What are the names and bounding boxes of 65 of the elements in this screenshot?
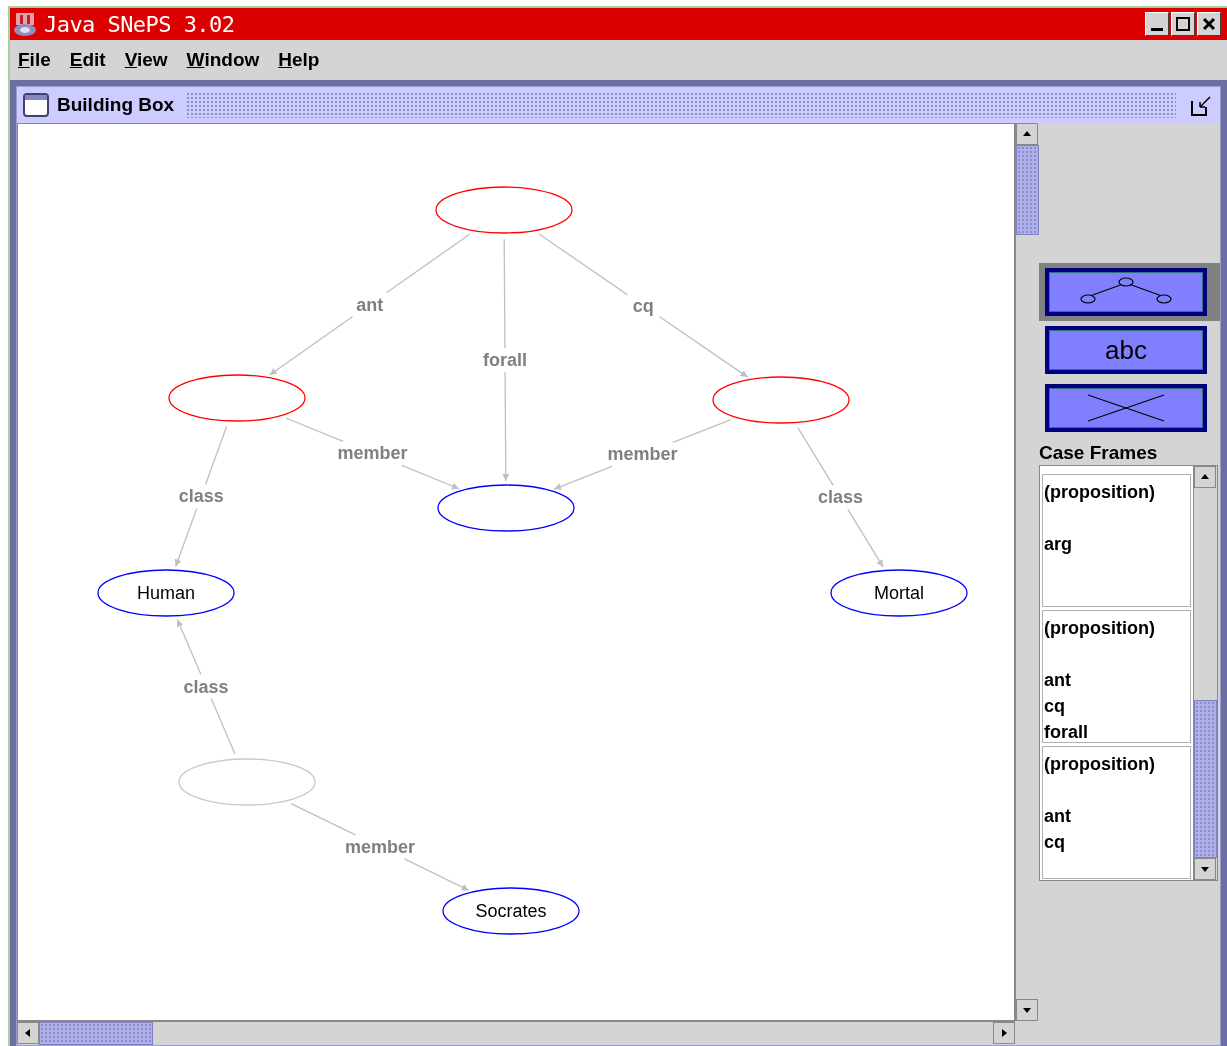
case-frame-slot: forall (1044, 718, 1189, 745)
scroll-left-button[interactable] (17, 1022, 39, 1044)
graph-canvas[interactable]: ant forall cq member member class class class member Human Mortal Socrates (17, 123, 1015, 1021)
list-scrollbar[interactable] (1193, 465, 1217, 880)
edge-label: forall (483, 350, 527, 370)
scroll-up-button[interactable] (1194, 465, 1216, 488)
case-frame-slot: ant (1044, 802, 1189, 829)
case-frame-item[interactable]: (proposition) ant cq forall (1042, 609, 1191, 743)
menu-item[interactable]: Window (186, 45, 260, 75)
graph-node[interactable] (830, 569, 968, 617)
menu-item[interactable]: File (18, 45, 51, 75)
scroll-thumb[interactable] (1016, 145, 1039, 235)
edge-label: cq (632, 295, 654, 316)
menu-item[interactable]: View (124, 45, 168, 75)
close-icon (1201, 16, 1217, 32)
edge-label: class (183, 676, 229, 697)
minimize-button[interactable] (1145, 12, 1169, 36)
edge-label: member (607, 444, 678, 465)
scroll-up-button[interactable] (1016, 123, 1038, 145)
graph-node[interactable] (442, 887, 580, 935)
cross-icon (1086, 391, 1166, 425)
case-frame-slot: cq (1044, 692, 1189, 719)
case-frame-slot: cq (1044, 828, 1189, 855)
scroll-down-button[interactable] (1016, 999, 1038, 1021)
tool-button[interactable] (1045, 384, 1207, 432)
node-label: Socrates (475, 901, 547, 921)
window-title: Java SNePS 3.02 (44, 10, 235, 39)
node-label: Human (137, 583, 195, 603)
menu-item[interactable]: Edit (69, 45, 106, 75)
window-icon (23, 93, 49, 117)
case-frame-type: (proposition) (1044, 616, 1156, 640)
case-frame-type: (proposition) (1044, 480, 1156, 504)
node-label: Mortal (874, 583, 924, 603)
scroll-thumb[interactable] (39, 1022, 153, 1045)
case-frame-type: (proposition) (1044, 752, 1156, 776)
case-frame-slot: arg (1044, 530, 1189, 557)
graph-node[interactable] (168, 374, 306, 422)
scroll-thumb[interactable] (1194, 699, 1217, 858)
tool-button[interactable] (1045, 268, 1207, 316)
menu-item[interactable]: Help (278, 45, 320, 75)
graph-node[interactable] (712, 376, 850, 424)
frame-title: Building Box (57, 92, 175, 117)
graph-node[interactable] (435, 186, 573, 234)
case-frame-slot: ant (1044, 666, 1189, 693)
graph-node[interactable] (97, 569, 235, 617)
edge-label: member (337, 443, 408, 464)
tool-button[interactable]: abc (1045, 326, 1207, 374)
close-button[interactable] (1197, 12, 1221, 36)
edge-label: ant (356, 294, 384, 315)
case-frame-item[interactable]: (proposition) arg (1042, 473, 1191, 607)
vertical-scrollbar[interactable] (1015, 123, 1039, 1021)
section-title: Case Frames (1039, 441, 1159, 465)
scroll-right-button[interactable] (993, 1022, 1015, 1044)
tree-icon (1078, 277, 1174, 307)
horizontal-scrollbar[interactable] (17, 1021, 1015, 1045)
edge-label: class (818, 487, 864, 508)
undock-icon[interactable] (1190, 93, 1214, 117)
edge-label: member (344, 836, 415, 857)
graph-node[interactable] (437, 484, 575, 532)
maximize-icon (1175, 16, 1191, 32)
edge-label: class (178, 486, 224, 507)
minimize-icon (1151, 27, 1163, 31)
scroll-down-button[interactable] (1194, 857, 1216, 880)
maximize-button[interactable] (1171, 12, 1195, 36)
case-frame-item[interactable]: (proposition) ant cq (1042, 745, 1191, 879)
